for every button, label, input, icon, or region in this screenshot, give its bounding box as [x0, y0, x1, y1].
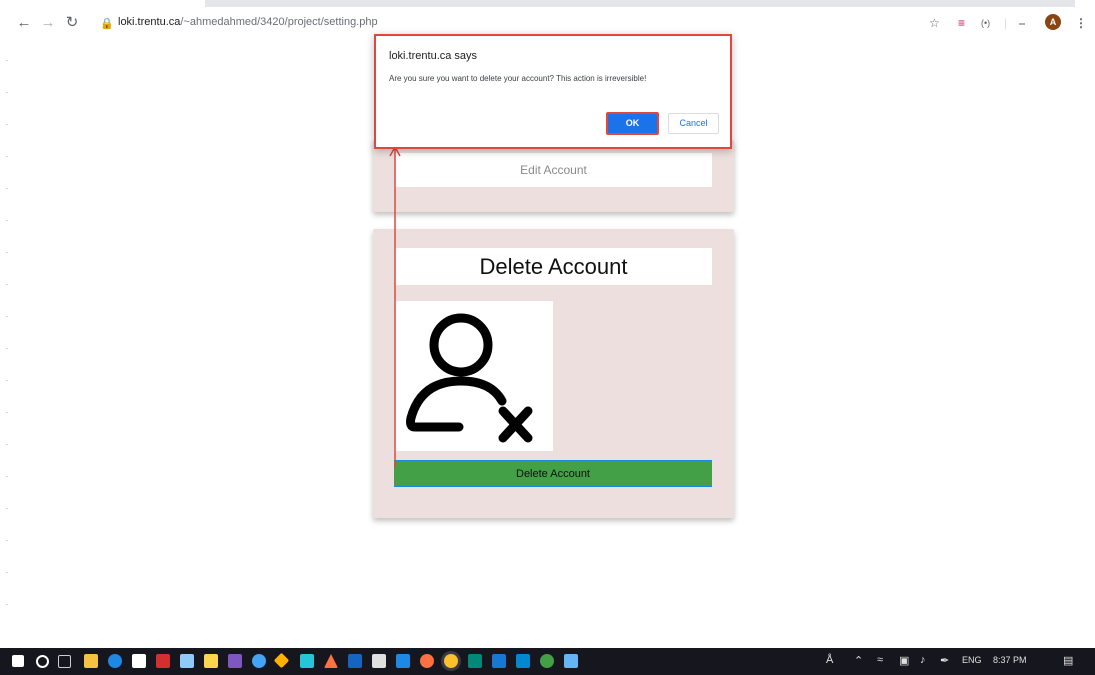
star-icon[interactable]: ☆ — [929, 15, 940, 31]
profile-avatar[interactable]: A — [1045, 14, 1061, 30]
delete-account-button[interactable]: Delete Account — [394, 460, 712, 487]
edit-account-button[interactable]: Edit Account — [395, 153, 712, 187]
chrome-icon[interactable] — [444, 654, 458, 668]
page-margin-marks — [6, 60, 8, 640]
store-icon[interactable] — [132, 654, 146, 668]
lock-icon: 🔒 — [100, 18, 114, 30]
address-bar[interactable]: 🔒 loki.trentu.ca/~ahmedahmed/3420/projec… — [92, 12, 930, 34]
app-icon-triangle[interactable] — [324, 654, 338, 668]
clock[interactable]: 8:37 PM — [993, 655, 1027, 665]
app-icon-blue[interactable] — [252, 654, 266, 668]
browser-toolbar: ← → ↻ 🔒 loki.trentu.ca/~ahmedahmed/3420/… — [0, 9, 1095, 37]
app-icon-grid[interactable] — [372, 654, 386, 668]
reload-icon[interactable]: ↻ — [62, 13, 82, 33]
user-remove-icon — [406, 313, 533, 443]
delete-account-card: Delete Account Delete Account — [373, 229, 734, 518]
url-path: /~ahmedahmed/3420/project/setting.php — [180, 16, 378, 28]
edit-account-card: Edit Account — [373, 140, 734, 212]
top-strip — [0, 0, 1095, 8]
volume-mute-icon[interactable]: ♪ — [920, 654, 926, 666]
app-icon-zoom[interactable] — [492, 654, 506, 668]
chevron-up-icon[interactable]: ⌃ — [854, 654, 863, 667]
cancel-button[interactable]: Cancel — [668, 113, 719, 134]
windows-start-icon[interactable] — [12, 655, 24, 667]
dialog-message: Are you sure you want to delete your acc… — [389, 74, 647, 83]
annotation-arrow — [389, 145, 401, 468]
people-icon[interactable]: Å — [826, 654, 833, 666]
search-icon[interactable] — [36, 655, 49, 668]
app-icon-teal[interactable] — [468, 654, 482, 668]
firefox-icon[interactable] — [420, 654, 434, 668]
edge-icon[interactable] — [108, 654, 122, 668]
toolbar-divider: | — [1004, 16, 1008, 30]
app-icon-light-blue[interactable] — [564, 654, 578, 668]
back-icon[interactable]: ← — [14, 13, 34, 33]
app-icon-dark-blue[interactable] — [348, 654, 362, 668]
language-indicator[interactable]: ENG — [962, 655, 982, 665]
wifi-icon[interactable]: ≈ — [877, 654, 883, 666]
user-remove-image — [395, 301, 553, 451]
vscode-icon[interactable] — [396, 654, 410, 668]
forward-icon[interactable]: → — [38, 13, 58, 33]
mail-icon[interactable] — [180, 654, 194, 668]
dialog-title: loki.trentu.ca says — [389, 50, 478, 62]
url-text: loki.trentu.ca/~ahmedahmed/3420/project/… — [118, 16, 378, 28]
visual-studio-icon[interactable] — [228, 654, 242, 668]
cast-icon[interactable]: (•) — [981, 15, 990, 31]
battery-icon[interactable]: ▣ — [899, 654, 909, 667]
file-explorer-icon[interactable] — [84, 654, 98, 668]
url-host: loki.trentu.ca — [118, 16, 181, 28]
top-strip-shade — [205, 0, 1075, 7]
pen-icon[interactable]: ✒ — [940, 654, 949, 667]
app-icon-diamond[interactable] — [273, 652, 290, 669]
ok-button[interactable]: OK — [606, 112, 659, 135]
delete-account-title: Delete Account — [395, 248, 712, 285]
key-icon[interactable]: ⎯ — [1019, 15, 1025, 31]
notes-icon[interactable] — [204, 654, 218, 668]
menu-icon[interactable]: ⋮ — [1075, 15, 1087, 31]
notification-icon[interactable]: ▤ — [1063, 654, 1073, 667]
extension-icon[interactable]: ≡ — [958, 15, 965, 31]
app-icon-green[interactable] — [540, 654, 554, 668]
filezilla-icon[interactable] — [156, 654, 170, 668]
confirm-dialog: loki.trentu.ca says Are you sure you wan… — [374, 34, 732, 149]
task-view-icon[interactable] — [58, 655, 71, 668]
app-icon-outlook[interactable] — [516, 654, 530, 668]
windows-taskbar: Å ⌃ ≈ ▣ ♪ ✒ ENG 8:37 PM ▤ — [0, 648, 1095, 675]
app-icon-bird[interactable] — [300, 654, 314, 668]
